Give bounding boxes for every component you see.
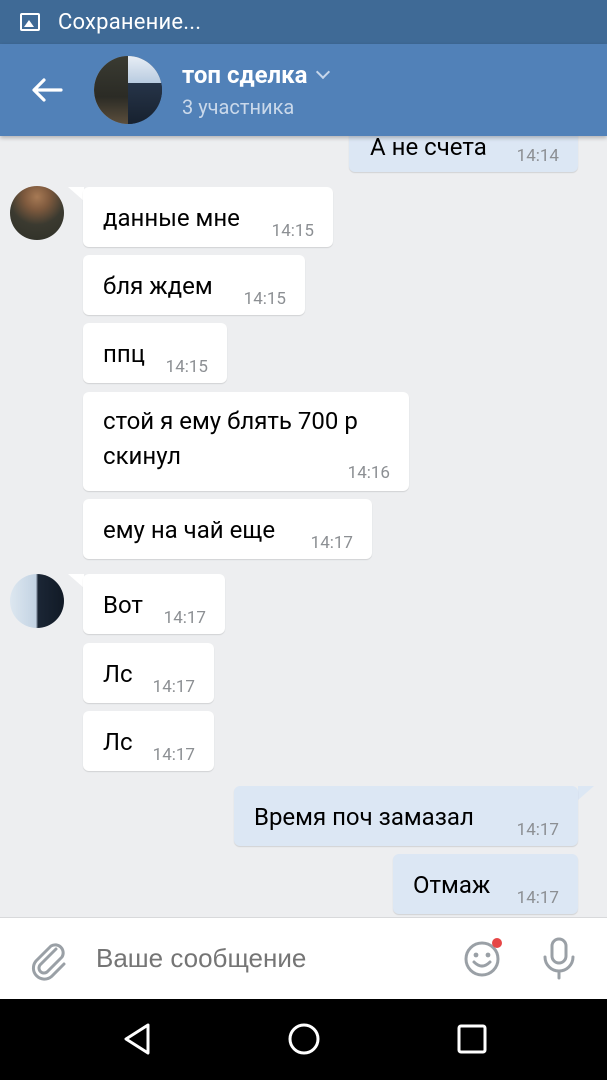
chat-header: топ сделка 3 участника [0, 44, 607, 136]
message-text: бля ждем [103, 272, 213, 300]
chevron-down-icon [315, 64, 330, 80]
message-feed[interactable]: А не счета 14:14 данные мне 14:15 бля жд… [0, 136, 607, 917]
message-text: ему на чай еще [103, 516, 276, 544]
back-arrow-icon [32, 78, 63, 102]
message-bubble-incoming[interactable]: ему на чай еще 14:17 [83, 499, 372, 559]
paperclip-icon[interactable] [26, 937, 70, 981]
message-input[interactable] [96, 943, 436, 974]
message-text: ппц [103, 340, 145, 368]
message-text: Время поч замазал [254, 803, 474, 831]
emoji-button[interactable] [462, 938, 502, 978]
bubble-tail [68, 574, 84, 588]
message-bubble-incoming[interactable]: данные мне 14:15 [83, 187, 333, 247]
message-text: Вот [103, 591, 143, 619]
message-bubble-incoming[interactable]: Лс 14:17 [83, 643, 214, 703]
back-button[interactable] [22, 64, 74, 116]
message-time: 14:17 [516, 820, 559, 840]
message-bubble-incoming[interactable]: стой я ему блять 700 р скинул 14:16 [83, 392, 409, 491]
chat-title: топ сделка [182, 61, 308, 89]
message-time: 14:17 [152, 745, 195, 765]
sender-avatar[interactable] [10, 574, 64, 628]
message-time: 14:14 [516, 146, 559, 166]
message-bubble-outgoing[interactable]: А не счета 14:14 [349, 136, 578, 172]
message-text: Лс [103, 660, 133, 688]
message-text: данные мне [103, 204, 240, 232]
chat-titles[interactable]: топ сделка 3 участника [182, 61, 330, 119]
message-time: 14:15 [165, 357, 208, 377]
status-text: Сохранение... [58, 9, 202, 35]
chat-avatar[interactable] [94, 56, 162, 124]
message-bubble-outgoing[interactable]: Отмаж 14:17 [393, 854, 578, 914]
message-time: 14:15 [271, 221, 314, 241]
status-bar: Сохранение... [0, 0, 607, 44]
chat-title-row[interactable]: топ сделка [182, 61, 330, 89]
chat-subtitle: 3 участника [182, 95, 295, 119]
message-time: 14:17 [163, 608, 206, 628]
nav-back-icon[interactable] [118, 1019, 158, 1059]
message-time: 14:17 [516, 888, 559, 908]
message-time: 14:17 [152, 677, 195, 697]
nav-home-icon[interactable] [284, 1019, 324, 1059]
notification-dot [492, 938, 502, 948]
bubble-tail [578, 786, 594, 800]
sender-avatar[interactable] [10, 186, 64, 240]
message-time: 14:15 [243, 289, 286, 309]
image-icon [20, 13, 40, 31]
message-bubble-outgoing[interactable]: Время поч замазал 14:17 [234, 786, 578, 846]
microphone-icon[interactable] [541, 936, 577, 980]
message-bubble-incoming[interactable]: Вот 14:17 [83, 574, 225, 634]
message-composer [0, 917, 607, 999]
navigation-bar [0, 999, 607, 1080]
nav-recents-icon[interactable] [452, 1019, 492, 1059]
message-text: Отмаж [413, 871, 491, 899]
message-time: 14:17 [310, 533, 353, 553]
message-bubble-incoming[interactable]: Лс 14:17 [83, 711, 214, 771]
message-time: 14:16 [347, 463, 390, 483]
message-text: А не счета [370, 136, 487, 161]
message-bubble-incoming[interactable]: ппц 14:15 [83, 323, 227, 383]
message-text: Лс [103, 728, 133, 756]
bubble-tail [68, 187, 84, 201]
message-bubble-incoming[interactable]: бля ждем 14:15 [83, 255, 305, 315]
